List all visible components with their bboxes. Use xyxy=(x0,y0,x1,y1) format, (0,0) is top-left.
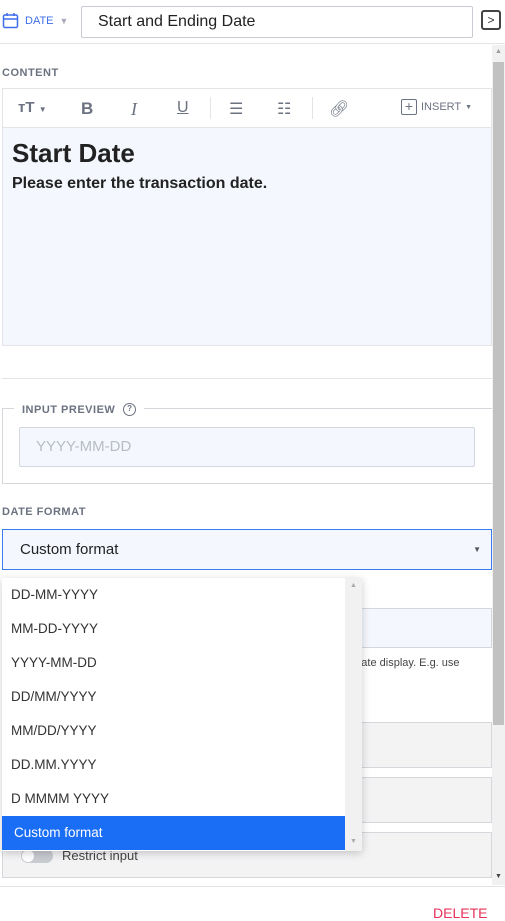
selected-value: Custom format xyxy=(20,541,119,558)
help-icon[interactable]: ? xyxy=(123,403,137,416)
divider xyxy=(312,97,313,119)
dropdown-option[interactable]: DD.MM.YYYY xyxy=(2,748,345,782)
numbered-list-icon[interactable]: ☷ xyxy=(277,99,291,119)
bold-icon[interactable]: B xyxy=(81,99,93,119)
field-type-label: DATE xyxy=(25,14,54,27)
input-preview-legend: INPUT PREVIEW? xyxy=(14,403,145,416)
dropdown-option[interactable]: MM-DD-YYYY xyxy=(2,612,345,646)
restrict-input-toggle[interactable] xyxy=(21,849,53,863)
date-format-dropdown: DD-MM-YYYY MM-DD-YYYY YYYY-MM-DD DD/MM/Y… xyxy=(2,578,362,851)
calendar-icon xyxy=(2,13,19,29)
dropdown-option[interactable]: DD/MM/YYYY xyxy=(2,680,345,714)
input-preview-field[interactable]: YYYY-MM-DD xyxy=(19,427,475,467)
insert-button[interactable]: + INSERT ▼ xyxy=(401,99,472,115)
input-preview-label: INPUT PREVIEW xyxy=(22,403,116,416)
dropdown-option-selected[interactable]: Custom format xyxy=(2,816,345,850)
date-format-select[interactable]: Custom format ▼ xyxy=(2,529,492,570)
dropdown-option[interactable]: DD-MM-YYYY xyxy=(2,578,345,612)
scroll-down-icon[interactable]: ▼ xyxy=(495,873,502,880)
editor-toolbar: ᴛT ▼ B I U ☰ ☷ 🔗︎ + INSERT ▼ xyxy=(2,88,492,128)
plus-box-icon: + xyxy=(401,99,417,115)
helper-text: e date display. E.g. use xyxy=(346,657,460,669)
delete-button[interactable]: DELETE xyxy=(433,905,487,921)
insert-label: INSERT xyxy=(421,101,462,113)
italic-icon[interactable]: I xyxy=(131,99,137,120)
caret-down-icon: ▼ xyxy=(59,15,69,26)
caret-down-icon: ▼ xyxy=(473,545,481,554)
scroll-up-icon[interactable]: ▲ xyxy=(350,582,357,589)
question-title-input[interactable]: Start and Ending Date xyxy=(81,6,473,38)
underline-icon[interactable]: U xyxy=(177,99,189,117)
dropdown-option[interactable]: YYYY-MM-DD xyxy=(2,646,345,680)
bullet-list-icon[interactable]: ☰ xyxy=(229,99,243,119)
chevron-right-icon[interactable]: > xyxy=(481,10,501,30)
header: DATE ▼ Start and Ending Date > xyxy=(0,0,505,44)
scroll-down-icon[interactable]: ▼ xyxy=(350,838,357,845)
divider xyxy=(210,97,211,119)
content-body: Please enter the transaction date. xyxy=(12,175,268,192)
field-type-dropdown[interactable]: DATE ▼ xyxy=(2,12,68,29)
scroll-up-icon[interactable]: ▲ xyxy=(495,48,502,55)
dropdown-scrollbar[interactable]: ▲ ▼ xyxy=(345,578,362,851)
divider xyxy=(0,886,505,887)
date-format-label: DATE FORMAT xyxy=(2,506,86,518)
link-icon[interactable]: 🔗︎ xyxy=(329,99,349,119)
scrollbar-thumb[interactable] xyxy=(493,62,504,725)
content-heading: Start Date xyxy=(12,138,135,168)
dropdown-option[interactable]: MM/DD/YYYY xyxy=(2,714,345,748)
content-label: CONTENT xyxy=(2,67,59,79)
divider xyxy=(2,378,492,379)
text-size-icon[interactable]: ᴛT ▼ xyxy=(18,99,47,116)
dropdown-option[interactable]: D MMMM YYYY xyxy=(2,782,345,816)
rich-text-editor[interactable]: Start Date Please enter the transaction … xyxy=(2,128,492,346)
